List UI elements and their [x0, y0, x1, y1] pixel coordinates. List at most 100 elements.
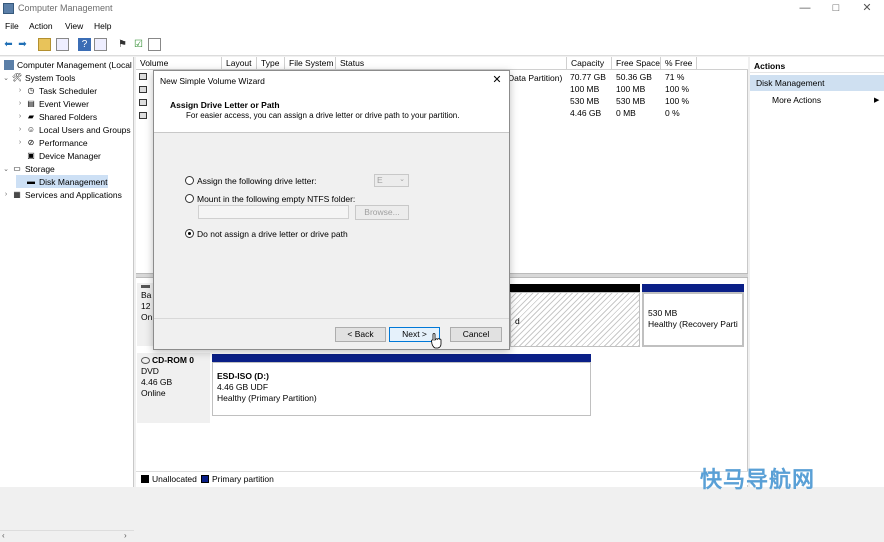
tree-item-storage[interactable]: ⌄ ▭ Storage: [2, 162, 55, 175]
partition-bar: [212, 354, 591, 362]
partition-body: d: [510, 292, 640, 347]
expander-icon[interactable]: ⌄: [2, 74, 10, 82]
percent-free-cell: 71 %: [665, 72, 685, 82]
cdrom-partition-name: ESD-ISO (D:): [217, 371, 269, 381]
tree-item-device-manager[interactable]: ▣ Device Manager: [16, 149, 101, 162]
close-window-button[interactable]: ✕: [852, 1, 882, 16]
column-blank: [697, 57, 748, 70]
expander-icon[interactable]: ›: [16, 126, 24, 133]
drive-letter-select[interactable]: E ⌄: [374, 174, 409, 187]
radio-no-letter[interactable]: [185, 229, 194, 238]
volume-icon: [139, 112, 147, 119]
recovery-partition[interactable]: 530 MB Healthy (Recovery Partit: [642, 284, 744, 347]
tree-item-label: Task Scheduler: [39, 85, 98, 96]
radio-assign-letter[interactable]: [185, 176, 194, 185]
cdrom-label[interactable]: CD-ROM 0 DVD 4.46 GB Online: [137, 353, 210, 423]
column-free-space[interactable]: Free Space: [612, 57, 661, 70]
wizard-header: Assign Drive Letter or Path For easier a…: [154, 91, 509, 133]
menu-action[interactable]: Action: [29, 21, 53, 31]
expander-icon[interactable]: ›: [16, 113, 24, 120]
recovery-size: 530 MB: [648, 308, 678, 318]
tree-item-task-scheduler[interactable]: › ◷ Task Scheduler: [16, 84, 97, 97]
column-file-system[interactable]: File System: [285, 57, 336, 70]
tree-item-performance[interactable]: › ⊘ Performance: [16, 136, 88, 149]
actions-disk-management[interactable]: Disk Management: [750, 75, 884, 91]
browse-button[interactable]: Browse...: [355, 205, 409, 220]
cdrom-partition-status: Healthy (Primary Partition): [217, 393, 317, 403]
back-button[interactable]: < Back: [335, 327, 386, 342]
radio-mount-folder[interactable]: [185, 194, 194, 203]
up-folder-icon[interactable]: [38, 38, 51, 51]
volume-icon: [139, 86, 147, 93]
expander-icon[interactable]: ›: [2, 191, 10, 198]
free-space-cell: 0 MB: [616, 108, 636, 118]
actions-header: Actions: [750, 57, 884, 73]
cdrom-partition[interactable]: ESD-ISO (D:) 4.46 GB UDF Healthy (Primar…: [212, 354, 591, 416]
tree-item-shared-folders[interactable]: › ▰ Shared Folders: [16, 110, 97, 123]
tree-item-label: Disk Management: [39, 176, 108, 187]
tools-icon: 🛠: [12, 72, 23, 82]
expander-icon[interactable]: ›: [16, 100, 24, 107]
chevron-down-icon: ⌄: [399, 176, 405, 183]
column-volume[interactable]: Volume: [136, 57, 222, 70]
tree-item-label: Services and Applications: [25, 189, 122, 200]
unallocated-swatch: [141, 475, 149, 483]
scroll-right-icon[interactable]: ›: [124, 531, 127, 540]
option-assign-letter-label[interactable]: Assign the following drive letter:: [197, 176, 317, 186]
toolbar: ⬅ ➡ ? ⚑ ☑: [0, 34, 884, 56]
expander-icon[interactable]: ›: [16, 87, 24, 94]
performance-icon: ⊘: [27, 137, 35, 147]
tree-horizontal-scrollbar[interactable]: ‹ ›: [0, 530, 134, 542]
title-bar: Computer Management — □ ✕: [0, 0, 884, 18]
show-hide-tree-icon[interactable]: [56, 38, 69, 51]
cancel-button[interactable]: Cancel: [450, 327, 502, 342]
tree-item-services-and-applications[interactable]: › ▦ Services and Applications: [2, 188, 122, 201]
connect-icon[interactable]: ⚑: [116, 38, 129, 51]
window-title: Computer Management: [18, 3, 113, 13]
tree-item-disk-management[interactable]: ▬ Disk Management: [16, 175, 108, 188]
wizard-close-button[interactable]: ✕: [491, 74, 503, 86]
wizard-heading: Assign Drive Letter or Path: [170, 100, 280, 110]
menu-file[interactable]: File: [5, 21, 19, 31]
properties-icon[interactable]: [94, 38, 107, 51]
cdrom-partition-size: 4.46 GB UDF: [217, 382, 269, 392]
tree-item-label: Shared Folders: [39, 111, 98, 122]
view-icon[interactable]: [148, 38, 161, 51]
column-percent-free[interactable]: % Free: [661, 57, 697, 70]
column-type[interactable]: Type: [257, 57, 285, 70]
maximize-button[interactable]: □: [821, 1, 851, 16]
tree-item-label: Device Manager: [39, 150, 101, 161]
checklist-icon[interactable]: ☑: [132, 38, 145, 51]
wizard-subheading: For easier access, you can assign a driv…: [186, 111, 460, 120]
partition-fragment: d: [515, 316, 520, 326]
expander-icon[interactable]: ⌄: [2, 165, 10, 173]
watermark-text: 快马导航网: [700, 468, 816, 493]
option-no-letter-label[interactable]: Do not assign a drive letter or drive pa…: [197, 229, 348, 239]
tree-root[interactable]: Computer Management (Local: [2, 58, 132, 71]
back-arrow-icon[interactable]: ⬅: [2, 38, 15, 51]
disk0-main-partition[interactable]: d: [510, 284, 640, 347]
menu-view[interactable]: View: [65, 21, 83, 31]
cdrom-name: CD-ROM 0: [152, 355, 195, 365]
minimize-button[interactable]: —: [790, 1, 820, 16]
scroll-left-icon[interactable]: ‹: [2, 531, 5, 540]
more-actions-link[interactable]: More Actions: [772, 95, 821, 105]
option-mount-folder-label[interactable]: Mount in the following empty NTFS folder…: [197, 194, 355, 204]
menu-help[interactable]: Help: [94, 21, 111, 31]
expander-icon[interactable]: ›: [16, 139, 24, 146]
column-layout[interactable]: Layout: [222, 57, 257, 70]
help-icon[interactable]: ?: [78, 38, 91, 51]
new-simple-volume-wizard: New Simple Volume Wizard ✕ Assign Drive …: [153, 70, 510, 350]
column-status[interactable]: Status: [336, 57, 567, 70]
legend-primary: Primary partition: [212, 474, 274, 484]
tree-item-local-users-and-groups[interactable]: › ☺ Local Users and Groups: [16, 123, 131, 136]
volume-icon: [139, 99, 147, 106]
forward-arrow-icon[interactable]: ➡: [16, 38, 29, 51]
column-capacity[interactable]: Capacity: [567, 57, 612, 70]
percent-free-cell: 100 %: [665, 96, 690, 106]
more-actions-arrow-icon: ▶: [874, 97, 880, 104]
folder-path-input[interactable]: [198, 205, 349, 219]
tree-item-system-tools[interactable]: ⌄ 🛠 System Tools: [2, 71, 75, 84]
users-icon: ☺: [26, 124, 36, 134]
tree-item-event-viewer[interactable]: › ▤ Event Viewer: [16, 97, 89, 110]
